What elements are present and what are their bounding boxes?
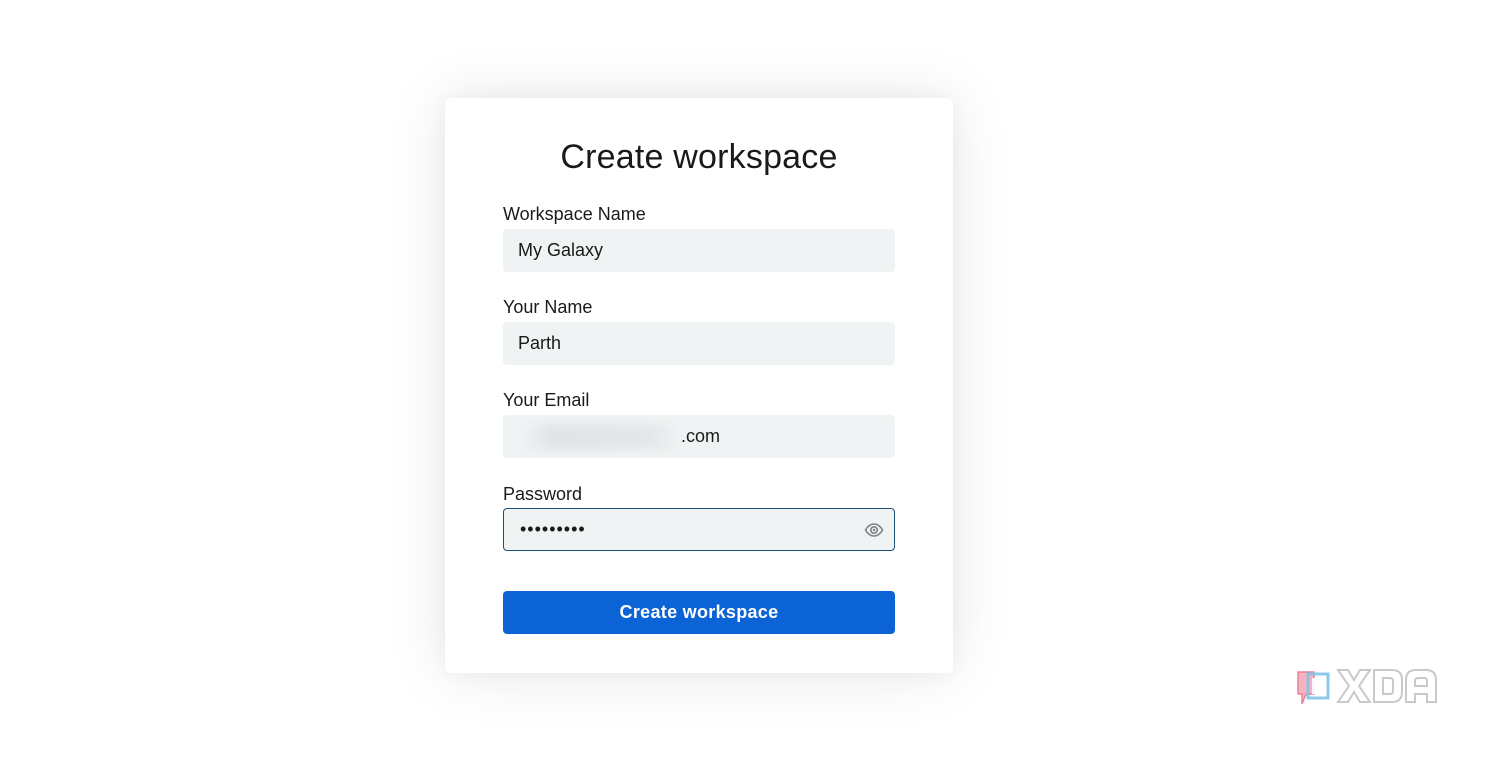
page-title: Create workspace: [560, 138, 838, 176]
workspace-name-field-wrapper: [503, 229, 895, 272]
xda-logo: [1294, 664, 1440, 712]
password-input[interactable]: •••••••••: [503, 508, 895, 551]
create-workspace-button[interactable]: Create workspace: [503, 591, 895, 634]
create-workspace-card: Create workspace Workspace Name Your Nam…: [445, 98, 953, 673]
password-masked-value: •••••••••: [520, 519, 586, 539]
your-name-label: Your Name: [503, 297, 593, 317]
workspace-name-input[interactable]: [503, 229, 895, 272]
workspace-name-label: Workspace Name: [503, 204, 646, 224]
eye-icon[interactable]: [864, 520, 884, 540]
page: Create workspace Workspace Name Your Nam…: [0, 0, 1500, 774]
your-name-input[interactable]: [503, 322, 895, 365]
email-visible-suffix: .com: [681, 426, 721, 446]
your-email-label: Your Email: [503, 390, 590, 410]
password-label: Password: [503, 484, 583, 504]
your-email-input[interactable]: .com: [503, 415, 895, 458]
email-redaction-blur: [521, 424, 681, 450]
your-name-field-wrapper: [503, 322, 895, 365]
